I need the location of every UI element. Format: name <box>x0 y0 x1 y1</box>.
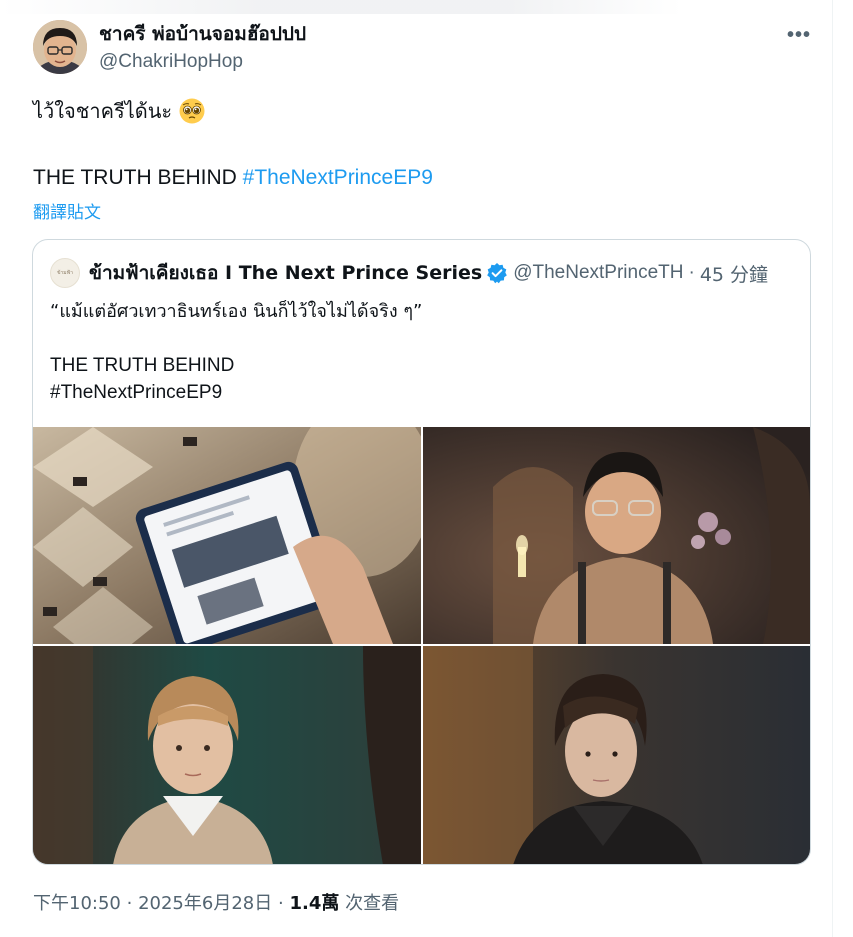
column-border <box>832 0 833 937</box>
quoted-display-name[interactable]: ข้ามฟ้าเคียงเธอ I The Next Prince Series <box>89 258 482 288</box>
tweet-time[interactable]: 下午10:50 <box>33 893 121 914</box>
quoted-avatar-logo: ข้ามฟ้า <box>57 270 73 276</box>
meta-separator: · <box>126 893 133 914</box>
media-grid <box>33 427 810 864</box>
tweet-text: ไว้ใจชาครีได้นะ THE TRUTH BEHIND #TheNex… <box>33 96 813 193</box>
tweet-text-line2: THE TRUTH BEHIND <box>33 166 237 189</box>
tweet-meta: 下午10:50 · 2025年6月28日 · 1.4萬 次查看 <box>33 889 399 915</box>
pleading-face-emoji <box>179 98 205 124</box>
user-handle[interactable]: @ChakriHopHop <box>99 49 306 75</box>
verified-badge-icon <box>487 263 508 284</box>
media-photo-1[interactable] <box>33 427 421 644</box>
views-label: 次查看 <box>345 893 400 914</box>
media-photo-4[interactable] <box>423 646 810 864</box>
more-horizontal-icon[interactable]: ••• <box>787 24 811 47</box>
quoted-timestamp[interactable]: 45 分鐘 <box>700 260 768 287</box>
quoted-separator: · <box>688 262 695 283</box>
tweet-header: ชาครี พ่อบ้านจอมฮ๊อปปป @ChakriHopHop ••• <box>33 20 823 78</box>
media-photo-3[interactable] <box>33 646 421 864</box>
quoted-tweet-header: ข้ามฟ้า ข้ามฟ้าเคียงเธอ I The Next Princ… <box>50 257 800 289</box>
tweet-date[interactable]: 2025年6月28日 <box>138 893 272 914</box>
quoted-hashtag: #TheNextPrinceEP9 <box>50 382 223 403</box>
quoted-handle[interactable]: @TheNextPrinceTH <box>513 262 683 284</box>
display-name[interactable]: ชาครี พ่อบ้านจอมฮ๊อปปป <box>99 22 306 46</box>
views-count[interactable]: 1.4萬 <box>289 893 339 914</box>
quoted-tweet-text: “แม้แต่อัศวเทวาธินทร์เอง นินก็ไว้ใจไม่ได… <box>50 298 790 406</box>
meta-separator: · <box>277 893 284 914</box>
media-photo-2[interactable] <box>423 427 810 644</box>
hashtag-link[interactable]: #TheNextPrinceEP9 <box>243 166 433 189</box>
avatar[interactable] <box>33 20 87 74</box>
quoted-avatar[interactable]: ข้ามฟ้า <box>50 258 80 288</box>
quoted-quote-line: “แม้แต่อัศวเทวาธินทร์เอง นินก็ไว้ใจไม่ได… <box>50 301 423 322</box>
tweet-text-line1: ไว้ใจชาครีได้นะ <box>33 99 173 123</box>
quoted-tweet-card[interactable]: ข้ามฟ้า ข้ามฟ้าเคียงเธอ I The Next Princ… <box>32 239 811 865</box>
top-fade <box>0 0 853 14</box>
quoted-text-line2: THE TRUTH BEHIND <box>50 355 235 376</box>
translate-post-link[interactable]: 翻譯貼文 <box>33 198 101 223</box>
